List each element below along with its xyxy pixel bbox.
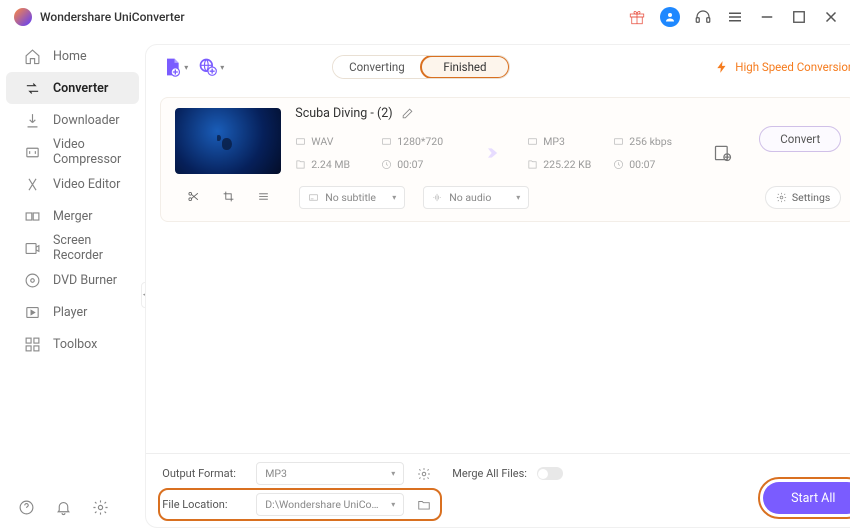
sidebar-item-editor[interactable]: Video Editor bbox=[6, 168, 139, 200]
file-location-value: D:\Wondershare UniConverter bbox=[265, 498, 383, 511]
sidebar-item-label: Player bbox=[53, 305, 87, 320]
sidebar-item-compressor[interactable]: Video Compressor bbox=[6, 136, 139, 168]
subtitle-value: No subtitle bbox=[325, 191, 376, 204]
sidebar-item-recorder[interactable]: Screen Recorder bbox=[6, 232, 139, 264]
edit-title-icon[interactable] bbox=[401, 107, 414, 120]
sidebar-item-label: Home bbox=[53, 49, 87, 64]
bell-icon[interactable] bbox=[55, 499, 72, 516]
add-url-button[interactable]: ▾ bbox=[198, 52, 224, 82]
recorder-icon bbox=[24, 240, 41, 257]
conversion-item: Scuba Diving - (2) WAV 1280*720 2.24 MB bbox=[160, 97, 850, 222]
output-format-dropdown[interactable]: MP3 ▾ bbox=[256, 462, 404, 485]
sidebar-item-dvd[interactable]: DVD Burner bbox=[6, 264, 139, 296]
merge-label: Merge All Files: bbox=[452, 467, 527, 480]
downloader-icon bbox=[24, 112, 41, 129]
home-icon bbox=[24, 48, 41, 65]
sidebar-item-label: Merger bbox=[53, 209, 93, 224]
settings-label: Settings bbox=[792, 191, 830, 204]
sidebar-item-label: Converter bbox=[53, 81, 108, 96]
merge-toggle[interactable] bbox=[537, 467, 563, 480]
avatar-icon[interactable] bbox=[660, 7, 680, 27]
gear-icon[interactable] bbox=[92, 499, 109, 516]
sidebar-item-label: Screen Recorder bbox=[53, 233, 121, 263]
start-all-button[interactable]: Start All bbox=[763, 482, 850, 514]
more-icon[interactable] bbox=[257, 188, 270, 207]
format-settings-icon[interactable] bbox=[414, 464, 434, 484]
editor-icon bbox=[24, 176, 41, 193]
sidebar: Home Converter Downloader Video Compress… bbox=[0, 34, 145, 528]
footer: Output Format: MP3 ▾ Merge All Files: Fi… bbox=[146, 453, 850, 527]
audio-dropdown[interactable]: No audio ▾ bbox=[423, 186, 529, 209]
headset-icon[interactable] bbox=[694, 8, 712, 26]
output-settings-icon[interactable] bbox=[713, 143, 733, 163]
dst-dur: 00:07 bbox=[629, 158, 655, 171]
sidebar-item-label: Toolbox bbox=[53, 337, 97, 352]
item-settings-button[interactable]: Settings bbox=[765, 186, 841, 209]
minimize-icon[interactable] bbox=[758, 8, 776, 26]
dst-bitrate: 256 kbps bbox=[629, 135, 672, 148]
dst-format: MP3 bbox=[543, 135, 565, 148]
open-folder-icon[interactable] bbox=[414, 495, 434, 515]
sidebar-item-player[interactable]: Player bbox=[6, 296, 139, 328]
src-dur: 00:07 bbox=[397, 158, 423, 171]
compressor-icon bbox=[24, 144, 41, 161]
trim-icon[interactable] bbox=[187, 188, 200, 207]
convert-button[interactable]: Convert bbox=[759, 126, 841, 152]
arrow-icon bbox=[477, 144, 499, 162]
hamburger-icon[interactable] bbox=[726, 8, 744, 26]
sidebar-item-label: Video Editor bbox=[53, 177, 120, 192]
output-format-value: MP3 bbox=[265, 467, 287, 480]
gift-icon[interactable] bbox=[628, 8, 646, 26]
high-speed-toggle[interactable]: High Speed Conversion bbox=[715, 60, 850, 74]
subtitle-dropdown[interactable]: No subtitle ▾ bbox=[299, 186, 405, 209]
sidebar-item-converter[interactable]: Converter bbox=[6, 72, 139, 104]
help-icon[interactable] bbox=[18, 499, 35, 516]
src-res: 1280*720 bbox=[397, 135, 443, 148]
content: ▾ ▾ Converting Finished High Speed Conve… bbox=[145, 34, 850, 528]
tab-converting[interactable]: Converting bbox=[333, 56, 421, 78]
sidebar-item-toolbox[interactable]: Toolbox bbox=[6, 328, 139, 360]
toolbox-icon bbox=[24, 336, 41, 353]
tab-finished[interactable]: Finished bbox=[421, 56, 509, 78]
sidebar-item-downloader[interactable]: Downloader bbox=[6, 104, 139, 136]
titlebar: Wondershare UniConverter bbox=[0, 0, 850, 34]
app-logo-icon bbox=[14, 8, 32, 26]
sidebar-item-label: DVD Burner bbox=[53, 273, 117, 288]
src-size: 2.24 MB bbox=[311, 158, 350, 171]
add-file-button[interactable]: ▾ bbox=[162, 52, 188, 82]
hsc-label: High Speed Conversion bbox=[735, 60, 850, 74]
merger-icon bbox=[24, 208, 41, 225]
output-format-label: Output Format: bbox=[162, 467, 246, 480]
sidebar-item-home[interactable]: Home bbox=[6, 40, 139, 72]
crop-icon[interactable] bbox=[222, 188, 235, 207]
sidebar-item-merger[interactable]: Merger bbox=[6, 200, 139, 232]
file-location-dropdown[interactable]: D:\Wondershare UniConverter ▾ bbox=[256, 493, 404, 516]
dst-size: 225.22 KB bbox=[543, 158, 591, 171]
dvd-icon bbox=[24, 272, 41, 289]
file-location-label: File Location: bbox=[162, 498, 246, 511]
close-icon[interactable] bbox=[822, 8, 840, 26]
sidebar-item-label: Downloader bbox=[53, 113, 120, 128]
maximize-icon[interactable] bbox=[790, 8, 808, 26]
converter-icon bbox=[24, 80, 41, 97]
video-thumbnail[interactable] bbox=[175, 108, 281, 174]
audio-value: No audio bbox=[449, 191, 491, 204]
src-format: WAV bbox=[311, 135, 333, 148]
app-title: Wondershare UniConverter bbox=[40, 10, 185, 24]
sidebar-item-label: Video Compressor bbox=[53, 137, 121, 167]
item-title: Scuba Diving - (2) bbox=[295, 106, 392, 121]
tab-switch: Converting Finished bbox=[332, 55, 510, 79]
player-icon bbox=[24, 304, 41, 321]
